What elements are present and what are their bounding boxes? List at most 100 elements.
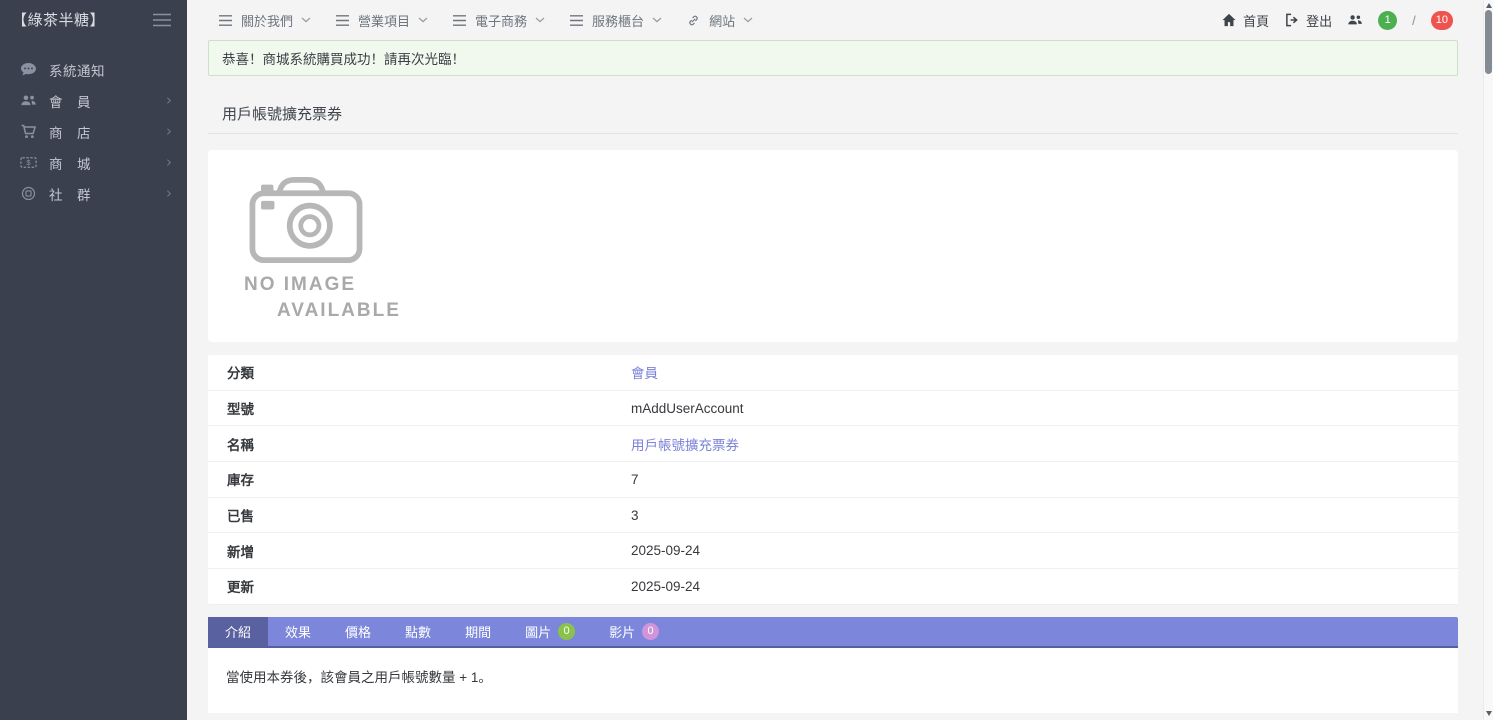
title-divider <box>208 133 1458 134</box>
success-alert: 恭喜！商城系統購買成功！請再次光臨！ <box>208 40 1458 76</box>
chevron-right-icon: › <box>166 122 172 140</box>
bars-icon <box>218 14 233 27</box>
sidebar-item[interactable]: 商 店 › <box>0 116 187 147</box>
scroll-up-arrow-icon[interactable] <box>1484 0 1493 10</box>
scrollbar-thumb[interactable] <box>1485 10 1492 74</box>
sidebar-item[interactable]: 會 員 › <box>0 85 187 116</box>
bars-icon <box>452 14 467 27</box>
detail-row: 庫存 7 <box>208 462 1458 498</box>
members-group-icon[interactable] <box>1347 13 1363 27</box>
detail-label: 更新 <box>227 580 254 596</box>
total-count-badge[interactable]: 10 <box>1430 10 1453 30</box>
svg-text:$: $ <box>26 158 31 167</box>
topnav-menu[interactable]: 網站 <box>686 11 753 30</box>
detail-row: 名稱 用戶帳號擴充票券 <box>208 426 1458 463</box>
no-image-placeholder: NO IMAGE AVAILABLE <box>208 150 401 323</box>
tab-content: 當使用本券後，該會員之用戶帳號數量 + 1。 <box>208 647 1458 713</box>
detail-value: 7 <box>631 471 639 487</box>
tab-4[interactable]: 點數 <box>388 617 448 646</box>
tab-7[interactable]: 影片 0 <box>592 617 676 646</box>
sidebar-item-label: 商 店 <box>49 125 91 141</box>
sidebar-item[interactable]: 社 群 › <box>0 178 187 209</box>
detail-label: 名稱 <box>227 437 254 453</box>
detail-value: mAddUserAccount <box>631 400 744 416</box>
sidebar-item[interactable]: $ 商 城 › <box>0 147 187 178</box>
bars-icon <box>335 14 350 27</box>
sidebar-item-label: 會 員 <box>49 94 91 110</box>
tab-label: 價格 <box>345 624 372 640</box>
detail-value-link[interactable]: 用戶帳號擴充票券 <box>631 434 739 454</box>
top-navigation: 關於我們 營業項目 電子商務 服務櫃台 網站 <box>218 11 753 30</box>
detail-label: 新增 <box>227 544 254 560</box>
topbar-right: 首頁 登出 1 / 10 <box>1221 10 1453 30</box>
sidebar-toggle-icon[interactable] <box>152 12 172 28</box>
sidebar-header: 【綠茶半糖】 <box>0 0 187 39</box>
product-image-card: NO IMAGE AVAILABLE <box>208 150 1458 342</box>
home-icon <box>1221 13 1237 27</box>
no-image-text-line2: AVAILABLE <box>277 299 401 321</box>
badge-separator: / <box>1412 12 1416 28</box>
bars-icon <box>569 14 584 27</box>
chevron-down-icon <box>301 17 311 23</box>
users-icon <box>18 93 39 108</box>
no-image-text-line1: NO IMAGE <box>244 274 357 295</box>
sidebar: 【綠茶半糖】 系統通知會 員 › 商 店 › $ 商 城 › 社 群 › <box>0 0 187 720</box>
brand-title: 【綠茶半糖】 <box>12 12 106 29</box>
community-icon <box>18 186 39 201</box>
tab-1[interactable]: 介紹 <box>208 616 269 646</box>
tab-6[interactable]: 圖片 0 <box>508 617 592 646</box>
sidebar-item-label: 社 群 <box>49 187 91 203</box>
ticket-icon: $ <box>18 155 39 170</box>
tab-label: 效果 <box>285 624 312 640</box>
tab-5[interactable]: 期間 <box>448 617 508 646</box>
sidebar-menu: 系統通知會 員 › 商 店 › $ 商 城 › 社 群 › <box>0 54 187 209</box>
detail-label: 庫存 <box>227 473 254 489</box>
home-link[interactable]: 首頁 <box>1221 11 1269 30</box>
comment-icon <box>18 62 39 77</box>
tab-2[interactable]: 效果 <box>268 617 328 646</box>
product-details-table: 分類 會員 型號 mAddUserAccount 名稱 用戶帳號擴充票券 庫存 7 已售 3 新增 2… <box>208 355 1458 605</box>
sidebar-item-label: 系統通知 <box>49 63 105 79</box>
tab-label: 介紹 <box>225 624 252 640</box>
chevron-down-icon <box>535 17 545 23</box>
detail-value-link[interactable]: 會員 <box>631 362 658 382</box>
chevron-down-icon <box>418 17 428 23</box>
topnav-menu[interactable]: 營業項目 <box>335 11 428 30</box>
detail-value: 2025-09-24 <box>631 543 701 559</box>
detail-row: 新增 2025-09-24 <box>208 533 1458 570</box>
topnav-menu[interactable]: 服務櫃台 <box>569 11 662 30</box>
link-icon <box>686 14 701 27</box>
tab-count-badge: 0 <box>558 622 576 640</box>
sidebar-item[interactable]: 系統通知 <box>0 54 187 85</box>
detail-row: 分類 會員 <box>208 355 1458 391</box>
topbar: 關於我們 營業項目 電子商務 服務櫃台 網站 首頁 登出 1 / 10 <box>187 0 1493 40</box>
topnav-menu-label: 關於我們 <box>241 13 294 29</box>
detail-value: 3 <box>631 507 639 523</box>
detail-label: 分類 <box>227 366 254 382</box>
detail-row: 型號 mAddUserAccount <box>208 391 1458 427</box>
tab-label: 圖片 <box>525 624 552 640</box>
logout-link[interactable]: 登出 <box>1284 11 1332 30</box>
home-label: 首頁 <box>1243 13 1270 29</box>
topnav-menu[interactable]: 關於我們 <box>218 11 311 30</box>
camera-icon <box>249 176 363 264</box>
topnav-menu-label: 服務櫃台 <box>592 13 645 29</box>
topnav-menu-label: 網站 <box>709 13 736 29</box>
tab-3[interactable]: 價格 <box>328 617 388 646</box>
chevron-right-icon: › <box>166 153 172 171</box>
topnav-menu-label: 營業項目 <box>358 13 411 29</box>
online-count-badge[interactable]: 1 <box>1378 10 1398 30</box>
detail-label: 型號 <box>227 402 254 418</box>
chevron-down-icon <box>652 17 662 23</box>
scroll-down-arrow-icon[interactable] <box>1484 708 1493 718</box>
tab-count-badge: 0 <box>642 622 660 640</box>
logout-icon <box>1284 13 1300 27</box>
topnav-menu[interactable]: 電子商務 <box>452 11 545 30</box>
detail-row: 更新 2025-09-24 <box>208 569 1458 605</box>
tab-bar: 介紹 效果 價格 點數 期間 圖片 0 影片 0 <box>208 616 1458 648</box>
tab-label: 影片 <box>609 624 636 640</box>
scrollbar[interactable] <box>1483 0 1493 720</box>
tab-label: 點數 <box>405 624 432 640</box>
detail-value: 2025-09-24 <box>631 578 701 594</box>
sidebar-item-label: 商 城 <box>49 156 91 172</box>
